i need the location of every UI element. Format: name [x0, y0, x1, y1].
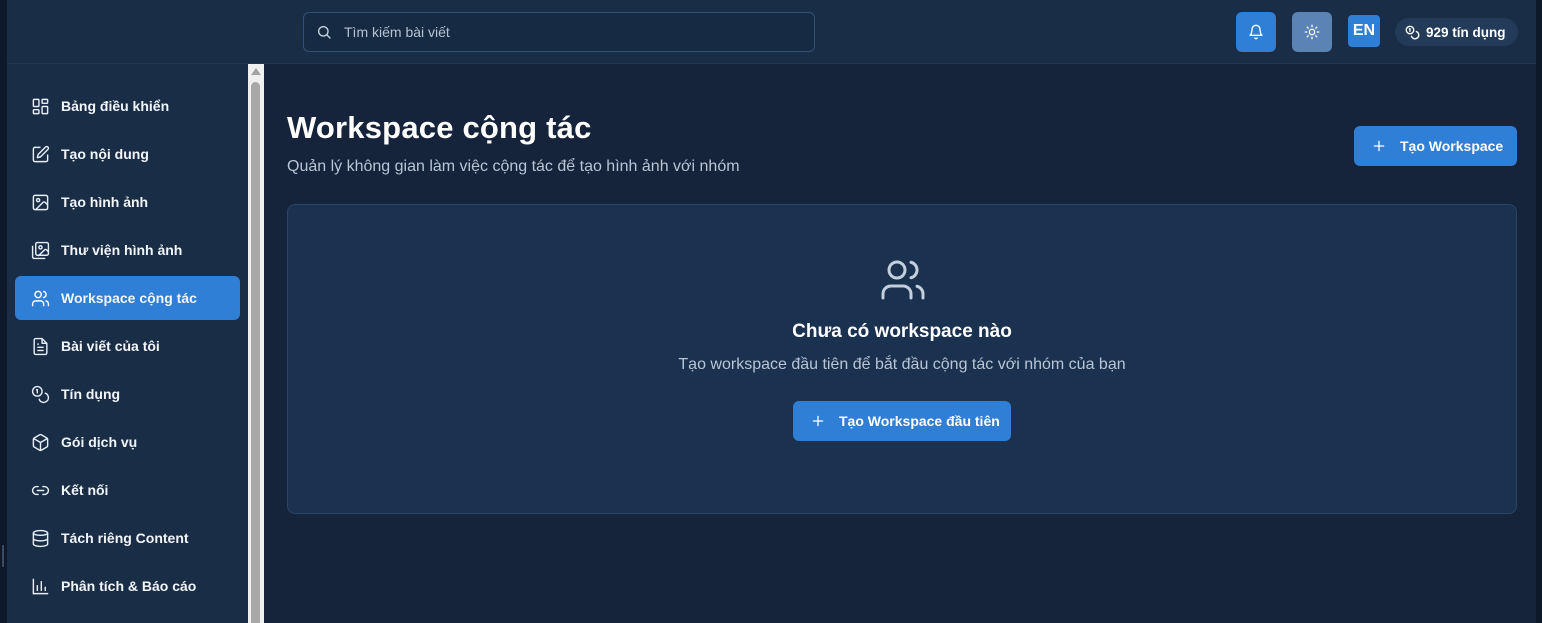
sidebar-item-label: Workspace cộng tác: [61, 290, 197, 306]
gallery-icon: [31, 241, 50, 259]
users-icon: [31, 290, 50, 306]
sidebar-item-image-library[interactable]: Thư viện hình ảnh: [15, 228, 240, 272]
empty-state-title: Chưa có workspace nào: [792, 321, 1012, 342]
coins-icon: [31, 385, 50, 403]
create-workspace-button[interactable]: Tạo Workspace: [1354, 126, 1517, 166]
scrollbar-thumb[interactable]: [251, 82, 260, 623]
sidebar-item-credits[interactable]: Tín dụng: [15, 372, 240, 416]
search-placeholder: Tìm kiếm bài viết: [344, 24, 450, 40]
plus-icon: [812, 415, 824, 427]
sun-icon: [1304, 24, 1320, 40]
empty-state-text: Tạo workspace đầu tiên để bắt đầu cộng t…: [678, 356, 1126, 373]
credits-label: 929 tín dụng: [1426, 24, 1506, 40]
sidebar-item-workspace[interactable]: Workspace cộng tác: [15, 276, 240, 320]
sidebar-item-label: Tách riêng Content: [61, 530, 189, 546]
window-right-edge: [1536, 0, 1542, 623]
sidebar-item-label: Phân tích & Báo cáo: [61, 578, 197, 594]
page-subtitle: Quản lý không gian làm việc cộng tác để …: [287, 158, 740, 175]
theme-toggle-button[interactable]: [1292, 12, 1332, 52]
top-header: Tìm kiếm bài viết EN 929 tín dụng: [7, 0, 1536, 64]
sidebar-item-connections[interactable]: Kết nối: [15, 468, 240, 512]
sidebar-item-my-posts[interactable]: Bài viết của tôi: [15, 324, 240, 368]
package-icon: [32, 433, 49, 451]
coins-icon: [1405, 25, 1420, 39]
create-first-workspace-label: Tạo Workspace đầu tiên: [839, 413, 1000, 429]
sidebar: Bảng điều khiển Tạo nội dung Tạo hình ản…: [7, 64, 248, 623]
sidebar-item-label: Tạo hình ảnh: [61, 194, 149, 210]
window-left-edge: [0, 0, 7, 623]
link-icon: [31, 485, 50, 495]
scroll-up-arrow-icon[interactable]: [251, 68, 261, 75]
file-text-icon: [33, 337, 48, 355]
database-icon: [32, 529, 49, 547]
dashboard-icon: [32, 98, 49, 114]
sidebar-item-separate-content[interactable]: Tách riêng Content: [15, 516, 240, 560]
language-button[interactable]: EN: [1348, 15, 1380, 47]
search-icon: [318, 26, 331, 39]
notifications-button[interactable]: [1236, 12, 1276, 52]
sidebar-item-analytics[interactable]: Phân tích & Báo cáo: [15, 564, 240, 608]
sidebar-scrollbar[interactable]: [248, 64, 264, 623]
sidebar-item-create-image[interactable]: Tạo hình ảnh: [15, 180, 240, 224]
create-workspace-label: Tạo Workspace: [1400, 138, 1504, 154]
bell-icon: [1249, 24, 1263, 40]
sidebar-item-label: Gói dịch vụ: [61, 434, 138, 450]
sidebar-item-label: Bài viết của tôi: [61, 338, 160, 354]
create-first-workspace-button[interactable]: Tạo Workspace đầu tiên: [793, 401, 1011, 441]
sidebar-item-label: Thư viện hình ảnh: [61, 242, 183, 258]
empty-state-card: Chưa có workspace nào Tạo workspace đầu …: [287, 204, 1517, 514]
page-title: Workspace cộng tác: [287, 110, 592, 145]
sidebar-item-label: Bảng điều khiển: [61, 98, 170, 114]
sidebar-item-service-plans[interactable]: Gói dịch vụ: [15, 420, 240, 464]
sidebar-item-label: Tín dụng: [61, 386, 121, 402]
edit-icon: [32, 145, 50, 162]
image-icon: [32, 194, 49, 210]
bar-chart-icon: [32, 578, 49, 594]
sidebar-item-dashboard[interactable]: Bảng điều khiển: [15, 84, 240, 128]
sidebar-item-label: Tạo nội dung: [61, 146, 149, 162]
sidebar-item-label: Kết nối: [61, 482, 109, 498]
credits-badge[interactable]: 929 tín dụng: [1395, 18, 1518, 46]
search-input[interactable]: Tìm kiếm bài viết: [303, 12, 815, 52]
users-icon: [881, 260, 925, 300]
sidebar-item-create-content[interactable]: Tạo nội dung: [15, 132, 240, 176]
plus-icon: [1373, 140, 1385, 152]
